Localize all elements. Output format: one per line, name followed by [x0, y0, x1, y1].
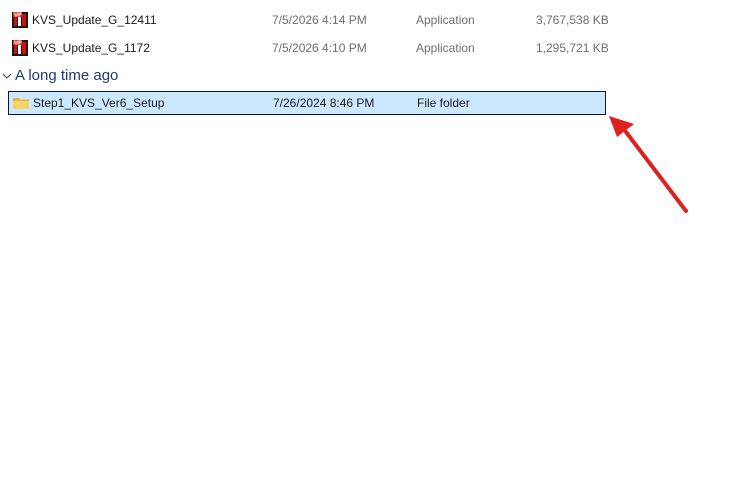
chevron-down-icon[interactable]: [2, 70, 12, 80]
file-date-modified: 7/5/2026 4:10 PM: [272, 41, 367, 55]
file-type: File folder: [417, 96, 470, 110]
file-row[interactable]: UP KVS_Update_G_1172 7/5/2026 4:10 PM Ap…: [8, 36, 609, 60]
file-date-modified: 7/26/2024 8:46 PM: [273, 96, 375, 110]
file-name: Step1_KVS_Ver6_Setup: [33, 96, 165, 110]
installer-app-icon: UP: [11, 11, 29, 29]
file-name: KVS_Update_G_12411: [32, 13, 157, 27]
svg-text:UP: UP: [14, 13, 22, 19]
file-name: KVS_Update_G_1172: [32, 41, 150, 55]
file-size: 3,767,538 KB: [536, 13, 609, 27]
svg-text:UP: UP: [14, 41, 22, 47]
installer-app-icon: UP: [11, 39, 29, 57]
group-title: A long time ago: [15, 67, 119, 84]
file-date-modified: 7/5/2026 4:14 PM: [272, 13, 367, 27]
file-type: Application: [416, 41, 475, 55]
group-header[interactable]: A long time ago: [0, 64, 300, 88]
folder-icon: [12, 94, 30, 112]
file-row[interactable]: UP KVS_Update_G_12411 7/5/2026 4:14 PM A…: [8, 8, 609, 32]
file-explorer-list: UP KVS_Update_G_12411 7/5/2026 4:14 PM A…: [0, 0, 751, 498]
file-type: Application: [416, 13, 475, 27]
clipped-row-fragment: [30, 0, 100, 2]
file-size: 1,295,721 KB: [536, 41, 609, 55]
file-row-selected[interactable]: Step1_KVS_Ver6_Setup 7/26/2024 8:46 PM F…: [8, 91, 606, 115]
